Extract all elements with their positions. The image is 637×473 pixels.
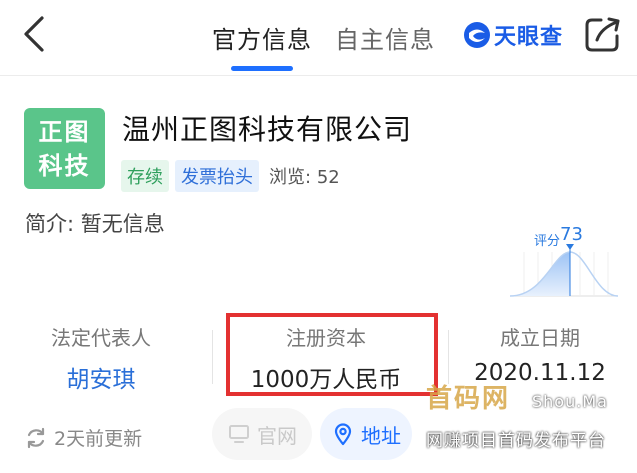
legal-rep-label: 法定代表人: [51, 326, 151, 350]
view-count-label: 浏览:: [269, 167, 312, 188]
refresh-icon: [27, 427, 45, 448]
score-label: 评分: [534, 234, 561, 249]
active-tab-indicator: [231, 66, 293, 71]
tab-official-info[interactable]: 官方信息: [212, 20, 312, 55]
logo-line-1: 正图: [38, 118, 91, 146]
watermark-en: Shou.Ma: [532, 392, 608, 411]
logo-line-2: 科技: [38, 152, 91, 180]
back-arrow-icon[interactable]: [18, 14, 50, 54]
view-count: 浏览: 52: [269, 163, 340, 189]
highlight-box: [226, 313, 438, 396]
update-status[interactable]: 2天前更新: [24, 424, 142, 451]
intro-label: 简介:: [25, 212, 75, 236]
watermark: 首码网 Shou.Ma 网赚项目首码发布平台: [424, 378, 634, 451]
monitor-icon: [229, 425, 249, 443]
company-logo: 正图 科技: [24, 108, 105, 189]
founded-label: 成立日期: [500, 326, 580, 350]
founding-date: 成立日期 2020.11.12: [440, 322, 637, 386]
website-label: 官网: [257, 423, 297, 448]
location-pin-icon: [334, 423, 352, 446]
company-name: 温州正图科技有限公司: [122, 113, 413, 146]
address-label: 地址: [361, 423, 401, 448]
tianyancha-brand[interactable]: 天眼查: [462, 19, 563, 51]
tab-self-info[interactable]: 自主信息: [335, 20, 435, 55]
watermark-cn: 首码网: [426, 384, 511, 414]
watermark-slogan: 网赚项目首码发布平台: [426, 431, 606, 451]
view-count-value: 52: [316, 167, 340, 188]
tianyancha-logo-icon: [464, 22, 490, 48]
address-button[interactable]: 地址: [320, 408, 412, 460]
score-value: 73: [560, 224, 583, 245]
company-intro: 简介: 暂无信息: [25, 208, 165, 238]
update-text: 2天前更新: [54, 428, 143, 450]
brand-text: 天眼查: [494, 25, 564, 50]
website-button[interactable]: 官网: [212, 408, 312, 460]
legal-rep-value[interactable]: 胡安琪: [1, 360, 201, 394]
score-widget[interactable]: 评分 73: [504, 222, 624, 304]
status-badge: 存续: [121, 160, 169, 192]
intro-value: 暂无信息: [80, 212, 165, 236]
top-nav-bar: 官方信息 自主信息 天眼查: [0, 0, 637, 76]
invoice-title-badge[interactable]: 发票抬头: [175, 160, 259, 192]
company-tags: 存续 发票抬头 浏览: 52: [121, 160, 340, 192]
info-divider: [212, 330, 213, 384]
legal-representative: 法定代表人 胡安琪: [1, 322, 201, 394]
share-icon[interactable]: [583, 14, 623, 54]
